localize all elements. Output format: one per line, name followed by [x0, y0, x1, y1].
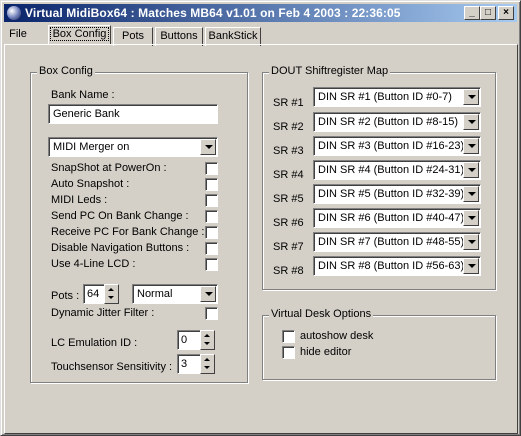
four-line-lcd-checkbox[interactable]	[205, 258, 218, 271]
option-label: MIDI Leds :	[51, 194, 108, 206]
spin-down-icon[interactable]	[204, 366, 210, 369]
chevron-down-icon[interactable]	[463, 162, 479, 178]
tab-pots-label: Pots	[121, 30, 144, 42]
sr-value: DIN SR #7 (Button ID #48-55)	[318, 236, 465, 248]
spin-up-icon[interactable]	[204, 334, 210, 337]
bank-name-label: Bank Name :	[51, 89, 115, 101]
chevron-down-icon[interactable]	[463, 186, 479, 202]
chevron-down-icon[interactable]	[200, 139, 216, 155]
sr-value: DIN SR #4 (Button ID #24-31)	[318, 164, 465, 176]
option-label: Disable Navigation Buttons :	[51, 242, 190, 254]
autoshow-desk-label: autoshow desk	[300, 330, 374, 342]
midi-merger-value: MIDI Merger on	[53, 141, 130, 153]
snapshot-poweron-checkbox[interactable]	[205, 162, 218, 175]
tab-buttons-label: Buttons	[160, 30, 198, 42]
sr-value: DIN SR #8 (Button ID #56-63)	[318, 260, 465, 272]
sr-select[interactable]: DIN SR #5 (Button ID #32-39)	[313, 184, 481, 204]
sr-label: SR #1	[273, 97, 304, 109]
tab-box-config-label: Box Config	[49, 27, 110, 41]
touchsensor-input[interactable]: 3	[177, 354, 201, 374]
receive-pc-checkbox[interactable]	[205, 226, 218, 239]
chevron-down-icon[interactable]	[463, 114, 479, 130]
sr-label: SR #5	[273, 193, 304, 205]
sr-label: SR #6	[273, 217, 304, 229]
pots-count-input[interactable]: 64	[83, 284, 105, 304]
chevron-down-icon[interactable]	[463, 89, 479, 105]
bank-name-input[interactable]: Generic Bank	[48, 104, 218, 124]
window-title: Virtual MidiBox64 : Matches MB64 v1.01 o…	[25, 6, 401, 20]
pots-spinner[interactable]	[104, 284, 119, 304]
option-label: Receive PC For Bank Change :	[51, 226, 205, 238]
sr-select[interactable]: DIN SR #2 (Button ID #8-15)	[313, 112, 481, 132]
sr-select[interactable]: DIN SR #8 (Button ID #56-63)	[313, 256, 481, 276]
chevron-down-icon[interactable]	[463, 234, 479, 250]
box-config-group-title: Box Config	[37, 65, 95, 77]
jitter-filter-label: Dynamic Jitter Filter :	[51, 307, 155, 319]
virtual-desk-group-title: Virtual Desk Options	[269, 308, 374, 320]
sr-label: SR #7	[273, 241, 304, 253]
spin-up-icon[interactable]	[204, 358, 210, 361]
dout-map-group-title: DOUT Shiftregister Map	[269, 65, 391, 77]
option-label: Auto Snapshot :	[51, 178, 130, 190]
title-bar[interactable]: Virtual MidiBox64 : Matches MB64 v1.01 o…	[4, 4, 517, 22]
autoshow-desk-checkbox[interactable]	[282, 330, 295, 343]
app-window: Virtual MidiBox64 : Matches MB64 v1.01 o…	[0, 0, 521, 436]
pots-label: Pots :	[51, 290, 80, 302]
option-label: SnapShot at PowerOn :	[51, 162, 167, 174]
chevron-down-icon[interactable]	[463, 138, 479, 154]
sr-value: DIN SR #1 (Button ID #0-7)	[318, 91, 452, 103]
tab-bankstick-label: BankStick	[208, 30, 258, 42]
lc-emulation-label: LC Emulation ID :	[51, 337, 138, 349]
sr-label: SR #4	[273, 169, 304, 181]
sr-label: SR #2	[273, 121, 304, 133]
option-label: Use 4-Line LCD :	[51, 258, 136, 270]
sr-value: DIN SR #6 (Button ID #40-47)	[318, 212, 465, 224]
jitter-filter-checkbox[interactable]	[205, 307, 218, 320]
sr-value: DIN SR #2 (Button ID #8-15)	[318, 116, 459, 128]
menu-file[interactable]: File	[6, 26, 30, 45]
lc-emulation-input[interactable]: 0	[177, 330, 201, 350]
hide-editor-label: hide editor	[300, 346, 352, 358]
tab-box-config[interactable]: Box Config	[48, 25, 111, 45]
menu-file-label: File	[9, 28, 27, 40]
chevron-down-icon[interactable]	[200, 286, 216, 302]
sr-select[interactable]: DIN SR #4 (Button ID #24-31)	[313, 160, 481, 180]
chevron-down-icon[interactable]	[463, 258, 479, 274]
option-label: Send PC On Bank Change :	[51, 210, 189, 222]
app-icon[interactable]	[7, 6, 21, 20]
chevron-down-icon[interactable]	[463, 210, 479, 226]
pots-mode-select[interactable]: Normal	[132, 284, 218, 304]
hide-editor-checkbox[interactable]	[282, 346, 295, 359]
sr-label: SR #3	[273, 145, 304, 157]
send-pc-checkbox[interactable]	[205, 210, 218, 223]
disable-nav-checkbox[interactable]	[205, 242, 218, 255]
midi-merger-select[interactable]: MIDI Merger on	[48, 137, 218, 157]
touchsensor-label: Touchsensor Sensitivity :	[51, 361, 173, 373]
lc-emulation-spinner[interactable]	[200, 330, 215, 350]
close-button[interactable]: ×	[498, 6, 514, 20]
sr-select[interactable]: DIN SR #6 (Button ID #40-47)	[313, 208, 481, 228]
sr-label: SR #8	[273, 265, 304, 277]
spin-down-icon[interactable]	[204, 342, 210, 345]
maximize-button[interactable]: □	[480, 6, 496, 20]
sr-select[interactable]: DIN SR #7 (Button ID #48-55)	[313, 232, 481, 252]
spin-up-icon[interactable]	[108, 288, 114, 291]
virtual-desk-group: Virtual Desk Options	[262, 308, 496, 380]
pots-mode-value: Normal	[137, 288, 173, 300]
sr-select[interactable]: DIN SR #1 (Button ID #0-7)	[313, 87, 481, 107]
sr-select[interactable]: DIN SR #3 (Button ID #16-23)	[313, 136, 481, 156]
auto-snapshot-checkbox[interactable]	[205, 178, 218, 191]
minimize-button[interactable]: _	[464, 6, 480, 20]
sr-value: DIN SR #5 (Button ID #32-39)	[318, 188, 465, 200]
midi-leds-checkbox[interactable]	[205, 194, 218, 207]
touchsensor-spinner[interactable]	[200, 354, 215, 374]
spin-down-icon[interactable]	[108, 296, 114, 299]
sr-value: DIN SR #3 (Button ID #16-23)	[318, 140, 465, 152]
